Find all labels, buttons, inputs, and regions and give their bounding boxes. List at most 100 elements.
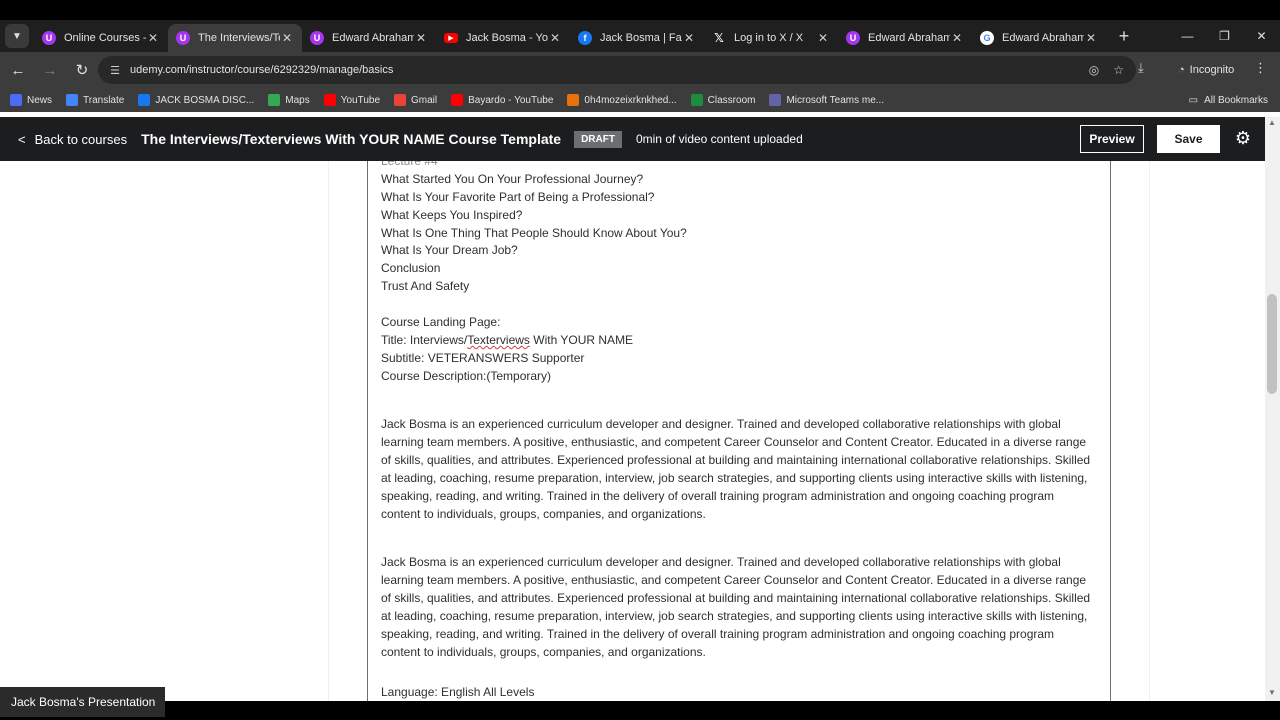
browser-toolbar: ← → ↻ ☰ udemy.com/instructor/course/6292… xyxy=(0,52,1280,88)
scroll-down-icon[interactable]: ▼ xyxy=(1268,688,1276,697)
url-text: udemy.com/instructor/course/6292329/mana… xyxy=(130,64,394,76)
status-badge: DRAFT xyxy=(574,130,622,148)
browser-tab[interactable]: 𝕏 Log in to X / X ✕ xyxy=(704,24,838,52)
google-icon: G xyxy=(980,31,994,45)
x-icon: 𝕏 xyxy=(714,31,724,45)
page-scrollbar[interactable] xyxy=(1265,117,1280,701)
bookmark-star-icon[interactable]: ☆ xyxy=(1113,63,1124,77)
bio-paragraph: Jack Bosma is an experienced curriculum … xyxy=(381,417,1091,522)
title-prefix: Title: Interviews/ xyxy=(381,332,468,347)
bookmark-item[interactable]: YouTube xyxy=(323,94,380,106)
bookmark-favicon-icon xyxy=(567,94,580,106)
bookmark-item[interactable]: Classroom xyxy=(690,94,756,106)
title-line: Title: Interviews/Texterviews With YOUR … xyxy=(381,332,1093,350)
bookmark-item[interactable]: Gmail xyxy=(394,94,437,106)
title-suffix: With YOUR NAME xyxy=(529,332,634,347)
gear-icon[interactable]: ⚙ xyxy=(1233,128,1253,148)
browser-tab[interactable]: U Edward Abrahams ✕ xyxy=(302,24,436,52)
udemy-icon: U xyxy=(310,31,324,45)
bookmark-favicon-icon xyxy=(323,94,336,106)
close-tab-icon[interactable]: ✕ xyxy=(816,31,830,45)
all-bookmarks-label: All Bookmarks xyxy=(1204,94,1268,106)
browser-tab[interactable]: ▶ Jack Bosma - YouT✕ xyxy=(436,24,570,52)
bookmark-label: Microsoft Teams me... xyxy=(786,94,885,106)
outline-line: Conclusion xyxy=(381,261,441,276)
close-window-icon[interactable]: ✕ xyxy=(1243,20,1280,52)
scroll-thumb[interactable] xyxy=(1267,294,1277,394)
bookmark-label: Classroom xyxy=(707,94,756,106)
preview-button[interactable]: Preview xyxy=(1080,125,1144,153)
tab-search-button[interactable]: ▼ xyxy=(5,24,29,48)
bookmark-item[interactable]: Maps xyxy=(268,94,310,106)
incognito-label: Incognito xyxy=(1189,64,1235,76)
scroll-up-icon[interactable]: ▲ xyxy=(1268,118,1276,127)
bookmark-item[interactable]: News xyxy=(10,94,52,106)
bookmark-label: 0h4mozeixrknkhed... xyxy=(584,94,677,106)
editor-line: Lecture #4 xyxy=(381,161,438,168)
close-tab-icon[interactable]: ✕ xyxy=(280,31,294,45)
bookmark-favicon-icon xyxy=(10,94,22,106)
bookmark-favicon-icon xyxy=(394,94,407,106)
udemy-icon: U xyxy=(176,31,190,45)
close-tab-icon[interactable]: ✕ xyxy=(1084,31,1098,45)
misspelled-word[interactable]: Texterviews xyxy=(467,333,530,347)
browser-tab[interactable]: G Edward Abrahams ✕ xyxy=(972,24,1106,52)
new-tab-button[interactable]: + xyxy=(1110,26,1138,47)
save-button[interactable]: Save xyxy=(1157,125,1220,153)
outline-line: Trust And Safety xyxy=(381,279,470,294)
eye-off-icon[interactable]: ◎ xyxy=(1089,63,1099,77)
bookmark-item[interactable]: Microsoft Teams me... xyxy=(769,94,884,106)
outline-line: What Started You On Your Professional Jo… xyxy=(381,171,644,186)
outline-line: What Keeps You Inspired? xyxy=(381,207,523,222)
forward-arrow-icon[interactable]: → xyxy=(36,56,64,84)
bio-paragraph: Jack Bosma is an experienced curriculum … xyxy=(381,555,1091,660)
site-info-icon[interactable]: ☰ xyxy=(104,64,126,77)
screen-top-bar xyxy=(0,0,1280,20)
bookmark-label: News xyxy=(27,94,53,106)
window-controls: — ❐ ✕ xyxy=(1169,20,1280,52)
close-tab-icon[interactable]: ✕ xyxy=(950,31,964,45)
description-editor[interactable]: Lecture #4 What Started You On Your Prof… xyxy=(367,161,1111,701)
close-tab-icon[interactable]: ✕ xyxy=(146,31,160,45)
all-bookmarks-button[interactable]: ▭ All Bookmarks xyxy=(1189,88,1268,112)
bookmark-label: JACK BOSMA DISC... xyxy=(155,94,255,106)
course-header: < Back to courses The Interviews/Texterv… xyxy=(0,117,1265,161)
bookmark-item[interactable]: Bayardo - YouTube xyxy=(451,94,553,106)
language-line: Language: English All Levels xyxy=(381,685,535,700)
description-line: Course Description:(Temporary) xyxy=(381,368,552,383)
tab-title: Log in to X / X xyxy=(734,32,804,44)
more-menu-icon[interactable]: ⋮ xyxy=(1254,60,1267,76)
browser-tab[interactable]: U Edward Abrahams ✕ xyxy=(838,24,972,52)
minimize-icon[interactable]: — xyxy=(1169,20,1206,52)
udemy-icon: U xyxy=(42,31,56,45)
bookmark-item[interactable]: 0h4mozeixrknkhed... xyxy=(567,94,677,106)
tab-strip: ▼ UOnline Courses - L✕UThe Interviews/Te… xyxy=(0,20,1280,52)
bookmarks-bar: News Translate JACK BOSMA DISC... Maps YouTu… xyxy=(0,88,1280,112)
browser-tab[interactable]: U The Interviews/Te ✕ xyxy=(168,24,302,52)
address-bar[interactable]: ☰ udemy.com/instructor/course/6292329/ma… xyxy=(98,56,1136,84)
close-tab-icon[interactable]: ✕ xyxy=(414,31,428,45)
chevron-down-icon: ▼ xyxy=(12,30,22,42)
browser-tab[interactable]: f Jack Bosma | Face✕ xyxy=(570,24,704,52)
back-arrow-icon[interactable]: ← xyxy=(4,56,32,84)
incognito-badge[interactable]: ◔ Incognito xyxy=(1168,58,1245,82)
restore-icon[interactable]: ❐ xyxy=(1206,20,1243,52)
tab-title: Edward Abrahams xyxy=(868,32,950,44)
landing-heading: Course Landing Page: xyxy=(381,315,501,330)
facebook-icon: f xyxy=(578,31,592,45)
tab-title: Edward Abrahams xyxy=(1002,32,1084,44)
close-tab-icon[interactable]: ✕ xyxy=(682,31,696,45)
presenter-label: Jack Bosma's Presentation xyxy=(0,687,165,717)
close-tab-icon[interactable]: ✕ xyxy=(548,31,562,45)
bookmark-favicon-icon xyxy=(268,94,281,106)
main-content: Lecture #4 What Started You On Your Prof… xyxy=(0,161,1265,701)
bookmark-item[interactable]: JACK BOSMA DISC... xyxy=(138,94,254,106)
folder-icon: ▭ xyxy=(1188,94,1199,106)
download-icon[interactable]: ⤓ xyxy=(1138,60,1144,76)
bookmark-item[interactable]: Translate xyxy=(66,94,124,106)
outline-line: What Is Your Dream Job? xyxy=(381,243,518,258)
browser-tab[interactable]: U Online Courses - L✕ xyxy=(34,24,168,52)
back-to-courses-link[interactable]: < Back to courses xyxy=(18,132,127,147)
reload-icon[interactable]: ↻ xyxy=(68,56,96,84)
tab-list: UOnline Courses - L✕UThe Interviews/Te✕U… xyxy=(34,20,1106,52)
